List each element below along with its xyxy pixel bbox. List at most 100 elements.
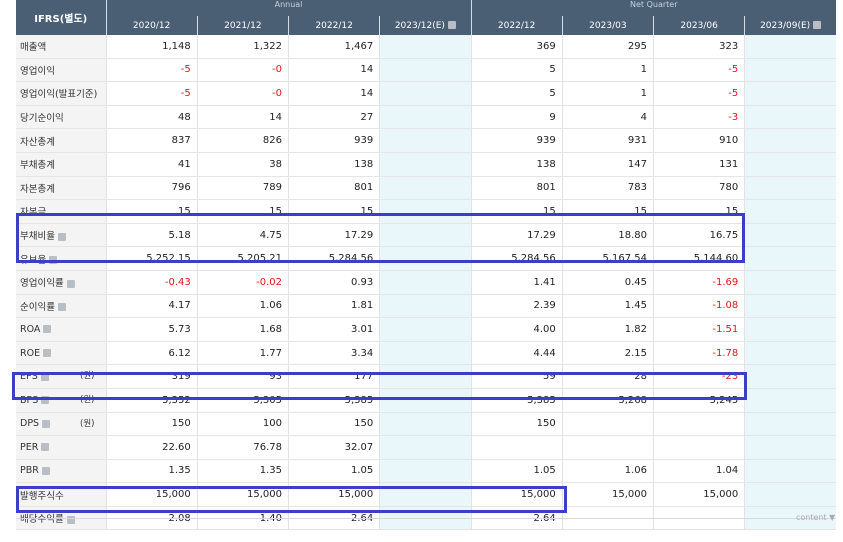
help-icon[interactable] [66, 515, 75, 524]
table-cell: 14 [196, 105, 289, 130]
table-cell [379, 317, 471, 342]
table-cell [379, 128, 471, 153]
table-cell [379, 81, 471, 106]
row-label-text: ROA [20, 323, 41, 335]
table-cell: 4.00 [470, 317, 563, 342]
table-cell: 38 [196, 152, 289, 177]
table-cell [744, 199, 836, 224]
row-label: 자본금 [16, 199, 106, 224]
table-cell: 5 [470, 81, 563, 106]
help-icon[interactable] [66, 279, 75, 288]
table-cell [379, 435, 471, 460]
table-cell [744, 412, 836, 437]
quarter-group-header[interactable]: Net Quarter [470, 0, 836, 16]
table-cell: 826 [196, 128, 289, 153]
table-row: 유보율 5,252.15 5,205.21 5,284.56 5,284.56 5,167… [16, 246, 836, 271]
table-cell: 5,284.56 [287, 246, 380, 271]
table-cell [744, 459, 836, 484]
table-cell: 910 [652, 128, 745, 153]
help-icon[interactable] [57, 303, 66, 312]
table-row: 순이익률 4.17 1.06 1.81 2.39 1.45 -1.08 [16, 294, 836, 319]
table-row: 영업이익 -5 -0 14 5 1 -5 [16, 58, 836, 83]
table-cell [744, 364, 836, 389]
table-cell [470, 435, 563, 460]
table-cell [379, 35, 471, 59]
table-row: 자본금 15 15 15 15 15 15 [16, 199, 836, 224]
table-cell: 1.41 [470, 270, 563, 295]
row-label-text: 자산총계 [20, 136, 55, 148]
table-cell: 1.68 [196, 317, 289, 342]
column-header-6: 2023/06 [652, 16, 745, 35]
table-cell: -1.51 [652, 317, 745, 342]
help-icon[interactable] [41, 443, 50, 452]
table-cell [652, 435, 745, 460]
table-cell [744, 128, 836, 153]
table-cell: 1.05 [470, 459, 563, 484]
table-cell [379, 58, 471, 83]
help-icon[interactable] [43, 349, 52, 358]
help-icon[interactable] [41, 466, 50, 475]
row-label: 매출액 [16, 35, 106, 59]
row-label-text: ROE [20, 347, 41, 359]
financial-table: IFRS(별도) Annual Net Quarter 2020/12 2021/… [16, 0, 836, 531]
table-cell: -5 [652, 58, 745, 83]
row-label-text: 자본총계 [20, 183, 55, 195]
table-cell [379, 105, 471, 130]
table-cell: 48 [105, 105, 198, 130]
table-cell: 1.35 [105, 459, 198, 484]
row-label-text: 영업이익 [20, 65, 55, 77]
annual-group-header[interactable]: Annual [105, 0, 471, 16]
content-toggle[interactable]: content ▼ [796, 513, 835, 522]
column-header-estimate-7: 2023/09(E) [744, 16, 836, 35]
table-cell: 14 [287, 58, 380, 83]
row-label-text: EPS [20, 371, 38, 383]
table-cell: 28 [561, 364, 654, 389]
table-cell: 15,000 [561, 482, 654, 507]
table-cell: 5.18 [105, 223, 198, 248]
table-cell [744, 317, 836, 342]
table-cell: 5,252.15 [105, 246, 198, 271]
table-cell: -0.02 [196, 270, 289, 295]
table-cell: 2.39 [470, 294, 563, 319]
table-cell [379, 482, 471, 507]
table-cell [379, 270, 471, 295]
help-icon[interactable] [57, 232, 66, 241]
estimate-info-icon[interactable] [813, 21, 822, 29]
help-icon[interactable] [41, 396, 50, 405]
column-header-5: 2023/03 [561, 16, 654, 35]
table-cell [379, 364, 471, 389]
table-cell: 1 [561, 81, 654, 106]
row-label-text: 영업이익률 [20, 278, 64, 290]
table-cell: 931 [561, 128, 654, 153]
column-header-0: 2020/12 [105, 16, 198, 35]
table-row: 매출액 1,148 1,322 1,467 369 295 323 [16, 35, 836, 59]
row-label: ROE [16, 341, 106, 366]
table-cell: 369 [470, 35, 563, 59]
row-label: 발행주식수 [16, 482, 106, 507]
help-icon[interactable] [49, 256, 58, 265]
header-group-row: IFRS(별도) Annual Net Quarter [16, 0, 836, 35]
table-cell: 783 [561, 176, 654, 201]
help-icon[interactable] [43, 325, 52, 334]
column-header-2: 2022/12 [287, 16, 380, 35]
table-cell: -0.43 [105, 270, 198, 295]
row-label: 순이익률 [16, 294, 106, 319]
estimate-info-icon[interactable] [447, 21, 456, 29]
help-icon[interactable] [40, 372, 49, 381]
table-cell [744, 105, 836, 130]
table-cell [744, 58, 836, 83]
table-cell: 32.07 [287, 435, 380, 460]
table-cell [744, 246, 836, 271]
row-label: 영업이익(발표기준) [16, 81, 106, 106]
row-unit: (원) [80, 394, 95, 405]
table-row: ROA 5.73 1.68 3.01 4.00 1.82 -1.51 [16, 317, 836, 342]
table-cell: 100 [196, 412, 289, 437]
row-label: 영업이익 [16, 58, 106, 83]
column-header-1: 2021/12 [196, 16, 289, 35]
help-icon[interactable] [42, 419, 51, 428]
table-cell: 5,305 [196, 388, 289, 413]
table-cell: 0.45 [561, 270, 654, 295]
table-cell: -0 [196, 58, 289, 83]
table-cell [379, 294, 471, 319]
table-cell: 801 [287, 176, 380, 201]
